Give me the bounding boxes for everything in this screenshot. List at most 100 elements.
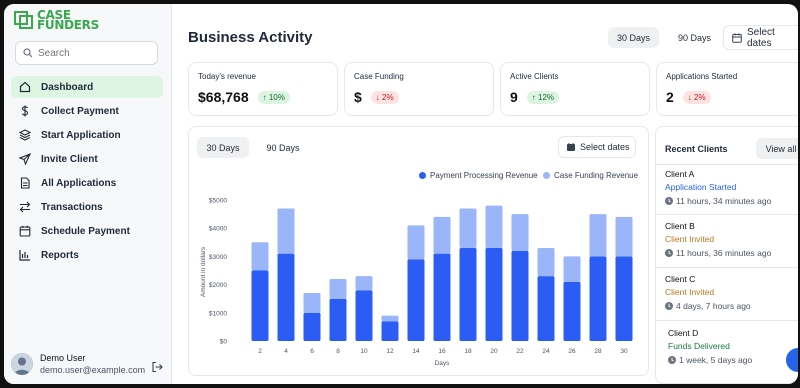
bar-case-funding (407, 225, 425, 260)
y-tick-label: $1000 (209, 310, 227, 317)
logo-icon (14, 11, 33, 29)
nav-item-all-applications[interactable]: All Applications (11, 172, 163, 194)
nav-item-dashboard[interactable]: Dashboard (11, 76, 163, 98)
client-name: Client A (665, 169, 695, 179)
nav-item-reports[interactable]: Reports (11, 244, 163, 266)
client-status: Funds Delivered (668, 341, 730, 351)
y-tick-label: $3000 (209, 254, 227, 261)
x-tick-label: 10 (360, 348, 368, 355)
bar-case-funding (381, 315, 399, 322)
client-time-text: 11 hours, 36 minutes ago (676, 248, 772, 258)
bar-payment-processing (329, 298, 347, 341)
clock-icon (665, 302, 673, 310)
bar-case-funding (355, 276, 373, 291)
transfer-icon (19, 201, 31, 213)
y-axis-label: Amount in dollars (200, 246, 207, 297)
client-time: 11 hours, 36 minutes ago (665, 248, 798, 258)
y-tick-label: $5000 (209, 198, 227, 205)
client-time-text: 4 days, 7 hours ago (676, 301, 751, 311)
bar-payment-processing (251, 270, 269, 341)
x-tick-label: 12 (386, 348, 394, 355)
select-dates-label: Select dates (747, 26, 775, 49)
bar-case-funding (589, 214, 607, 257)
stat-value: $68,768 (198, 89, 249, 105)
bar-case-funding (433, 216, 451, 254)
bar-case-funding (615, 216, 633, 257)
recent-client-item[interactable]: Client A Application Started 11 hours, 34 … (665, 169, 798, 206)
stat-value: 9 (510, 89, 518, 105)
sidebar: CASE FUNDERS Dashboard Collect Payment S… (4, 4, 172, 384)
bar-payment-processing (485, 247, 503, 341)
bar-case-funding (303, 293, 321, 313)
client-status: Client Invited (665, 234, 715, 244)
client-status: Client Invited (665, 287, 715, 297)
bar-case-funding (329, 278, 347, 299)
bar-case-funding (459, 208, 477, 248)
stat-change-badge: ↑ 12% (526, 90, 560, 104)
select-dates-button[interactable]: Select dates (723, 25, 798, 50)
nav-label: Schedule Payment (41, 225, 130, 237)
recent-client-item[interactable]: Client C Client Invited 4 days, 7 hours ag… (665, 274, 798, 311)
stat-label: Case Funding (354, 72, 404, 81)
user-profile[interactable]: Demo User demo.user@example.com (11, 353, 145, 375)
search-icon (23, 48, 33, 58)
bar-payment-processing (303, 312, 321, 341)
x-tick-label: 8 (336, 348, 340, 355)
y-tick-label: $4000 (209, 226, 227, 233)
x-tick-label: 6 (310, 348, 314, 355)
view-all-button[interactable]: View all (756, 138, 798, 159)
nav-label: All Applications (41, 177, 117, 189)
bar-payment-processing (355, 290, 373, 341)
bar-case-funding (251, 242, 269, 271)
x-tick-label: 2 (258, 348, 262, 355)
brand-name: CASE FUNDERS (37, 9, 99, 31)
recent-client-item[interactable]: Client D Funds Delivered 1 week, 5 days ag… (668, 328, 798, 365)
nav-label: Start Application (41, 129, 121, 141)
client-name: Client C (665, 274, 696, 284)
nav-label: Transactions (41, 201, 103, 213)
nav-item-start-application[interactable]: Start Application (11, 124, 163, 146)
stat-label: Active Clients (510, 72, 559, 81)
client-status: Application Started (665, 182, 737, 192)
nav-item-invite-client[interactable]: Invite Client (11, 148, 163, 170)
x-tick-label: 26 (568, 348, 576, 355)
x-tick-label: 22 (516, 348, 524, 355)
recent-client-item[interactable]: Client B Client Invited 11 hours, 36 minut… (665, 221, 798, 258)
stat-change-badge: ↑ 10% (257, 90, 290, 104)
divider (656, 164, 798, 165)
nav-item-collect-payment[interactable]: Collect Payment (11, 100, 163, 122)
brand-logo[interactable]: CASE FUNDERS (14, 9, 99, 31)
stat-label: Applications Started (666, 72, 738, 81)
client-time-text: 1 week, 5 days ago (679, 355, 753, 365)
range-30-days-button[interactable]: 30 Days (608, 27, 659, 48)
x-tick-label: 30 (620, 348, 628, 355)
nav-label: Dashboard (41, 81, 94, 93)
nav-label: Reports (41, 249, 79, 261)
x-tick-label: 28 (594, 348, 602, 355)
stat-card-active-clients: Active Clients 9 ↑ 12% (500, 62, 650, 116)
client-time-text: 11 hours, 34 minutes ago (676, 196, 772, 206)
search-box[interactable] (15, 41, 158, 65)
nav-item-schedule-payment[interactable]: Schedule Payment (11, 220, 163, 242)
client-name: Client B (665, 221, 695, 231)
search-input[interactable] (38, 47, 148, 59)
recent-clients-panel: Recent Clients View all Client A Applicat… (655, 126, 798, 384)
stat-card-todays-revenue: Today's revenue $68,768 ↑ 10% (188, 62, 338, 116)
page-title: Business Activity (188, 29, 313, 46)
nav-item-transactions[interactable]: Transactions (11, 196, 163, 218)
bar-payment-processing (511, 250, 529, 341)
logout-icon[interactable] (151, 361, 163, 373)
bar-payment-processing (433, 253, 451, 341)
x-tick-label: 20 (490, 348, 498, 355)
bar-case-funding (511, 214, 529, 251)
clock-icon (665, 197, 673, 205)
bar-case-funding (563, 256, 581, 282)
y-tick-label: $0 (220, 339, 228, 346)
range-90-days-button[interactable]: 90 Days (669, 27, 720, 48)
divider (656, 267, 798, 268)
client-time: 1 week, 5 days ago (668, 355, 798, 365)
revenue-bar-chart: $0 $1000 $2000 $3000 $4000 $5000 Amount in dol… (200, 198, 633, 367)
avatar-image (11, 353, 33, 375)
file-icon (20, 177, 30, 189)
y-tick-label: $2000 (209, 282, 227, 289)
